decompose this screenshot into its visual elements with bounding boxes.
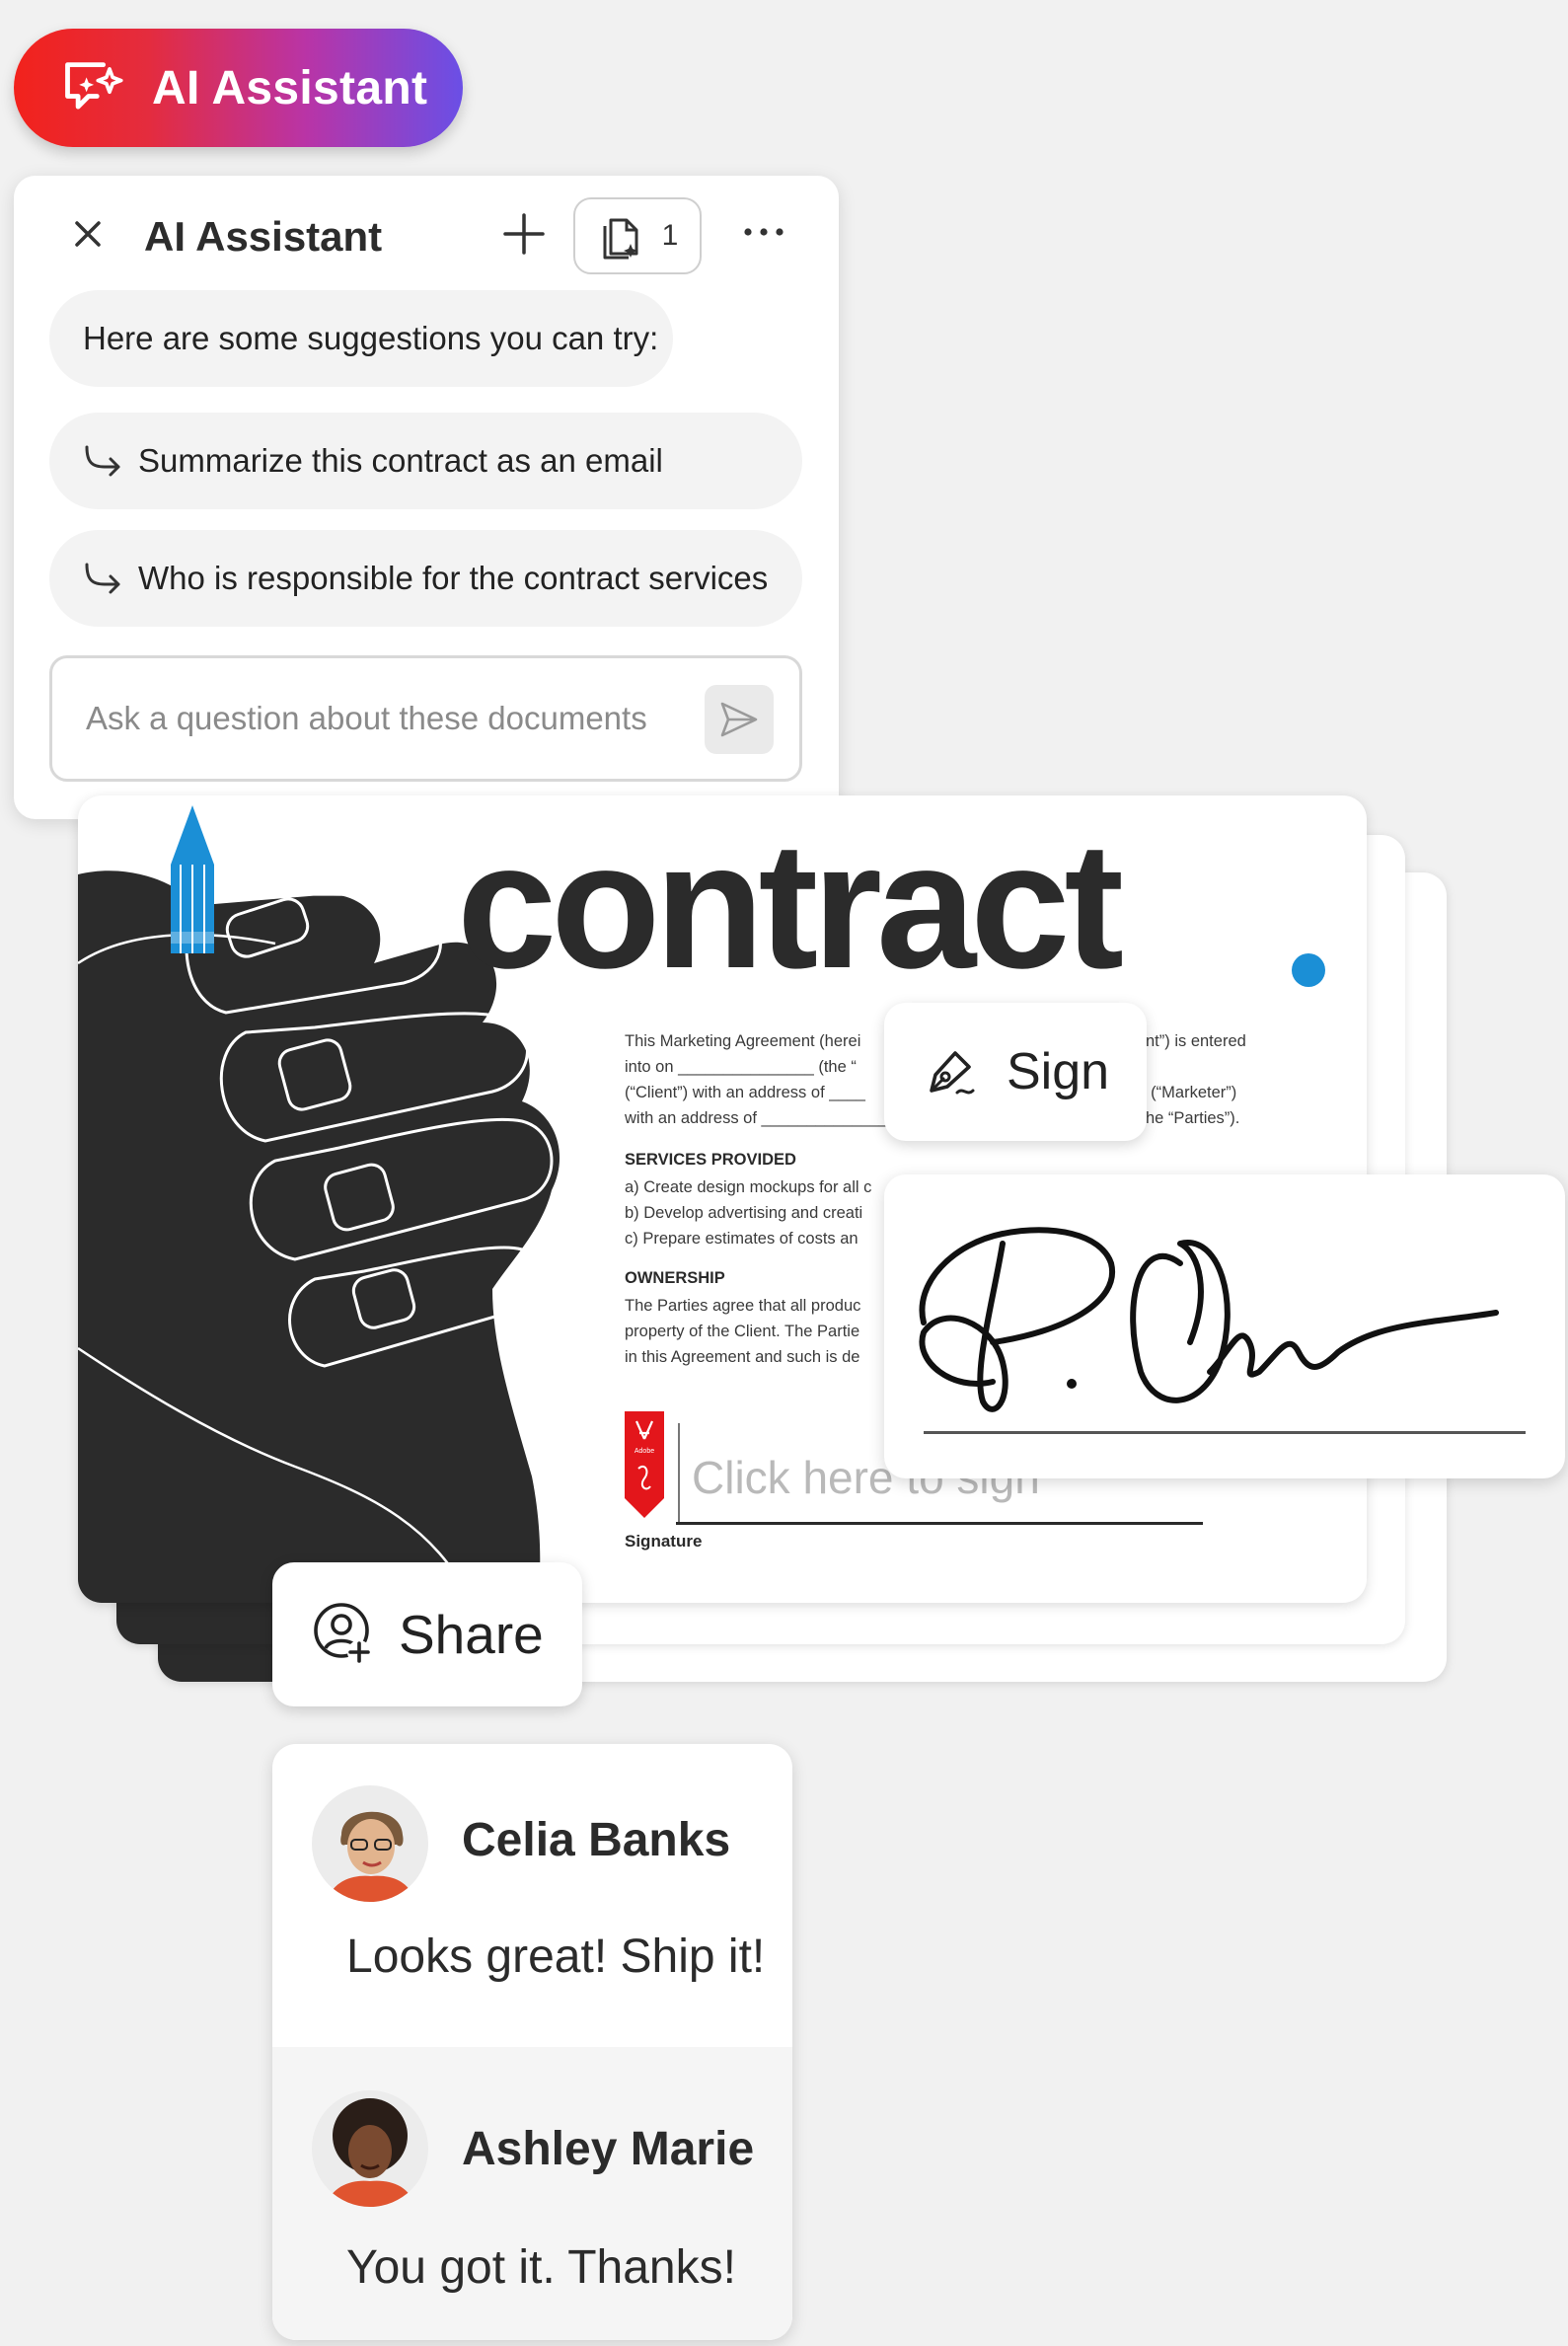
suggestion-chip-summarize[interactable]: Summarize this contract as an email (49, 413, 802, 509)
new-chat-plus-icon[interactable] (501, 211, 547, 257)
adobe-tab-text: Adobe (635, 1448, 654, 1455)
intro-line: This Marketing Agreement (herei (625, 1032, 861, 1050)
intro-line: into on _______________ (the “ (625, 1058, 857, 1076)
share-person-add-icon (314, 1603, 371, 1664)
ownership-line: property of the Client. The Partie (625, 1323, 860, 1340)
avatar (312, 1785, 428, 1902)
intro-line: with an address of ______________ (625, 1109, 888, 1127)
suggestion-label: Who is responsible for the contract serv… (138, 560, 769, 596)
intro-line: (“Client”) with an address of ____ (625, 1084, 865, 1101)
sign-label: Sign (1007, 1043, 1110, 1100)
sign-button[interactable]: Sign (884, 1003, 1147, 1141)
ai-assistant-panel: AI Assistant 1 Here are some suggestions… (14, 176, 839, 819)
question-input-box (49, 655, 802, 782)
intro-line-right: he “Parties”). (1146, 1109, 1240, 1127)
signature-cursor-line (678, 1423, 680, 1522)
comment-text: Looks great! Ship it! (346, 1930, 766, 1983)
documents-count: 1 (661, 219, 679, 252)
ai-sparkle-chat-icon (65, 62, 123, 110)
contract-heading: contract (457, 804, 1124, 1006)
services-heading: SERVICES PROVIDED (625, 1151, 796, 1169)
comment-author: Celia Banks (462, 1814, 731, 1866)
avatar (312, 2090, 428, 2207)
send-icon (720, 702, 758, 737)
comment-item: Celia Banks Looks great! Ship it! (272, 1744, 792, 2047)
intro-line-right: nt”) is entered (1146, 1032, 1246, 1050)
send-button[interactable] (705, 685, 774, 754)
suggestions-intro: Here are some suggestions you can try: (49, 290, 673, 387)
services-line: a) Create design mockups for all c (625, 1178, 872, 1196)
more-options-icon[interactable] (740, 217, 787, 247)
share-button[interactable]: Share (272, 1562, 582, 1706)
documents-count-button[interactable]: 1 (573, 197, 702, 274)
comments-panel: Celia Banks Looks great! Ship it! Ashley… (272, 1744, 792, 2340)
suggestion-chip-responsible[interactable]: Who is responsible for the contract serv… (49, 530, 802, 627)
services-line: b) Develop advertising and creati (625, 1204, 863, 1222)
signature-line (676, 1522, 1203, 1525)
suggestion-label: Summarize this contract as an email (138, 442, 663, 479)
panel-title: AI Assistant (144, 213, 383, 260)
contract-title-dot (1292, 953, 1325, 987)
ai-assistant-button[interactable]: AI Assistant (14, 29, 463, 147)
adobe-sign-tab-icon: Adobe (625, 1411, 664, 1518)
signature-card[interactable] (884, 1174, 1565, 1478)
comment-item: Ashley Marie You got it. Thanks! (272, 2047, 792, 2340)
arrow-turn-right-icon (85, 563, 120, 594)
close-icon[interactable] (71, 217, 105, 251)
question-input[interactable] (84, 699, 680, 738)
comment-text: You got it. Thanks! (346, 2241, 736, 2294)
services-line: c) Prepare estimates of costs an (625, 1230, 859, 1248)
multi-document-icon (603, 218, 638, 260)
ownership-heading: OWNERSHIP (625, 1269, 725, 1287)
ownership-line: in this Agreement and such is de (625, 1348, 860, 1366)
ownership-line: The Parties agree that all produc (625, 1297, 861, 1315)
pen-sign-icon (930, 1051, 975, 1095)
comment-author: Ashley Marie (462, 2123, 755, 2175)
signature-label: Signature (625, 1532, 703, 1551)
share-label: Share (399, 1604, 544, 1665)
ai-assistant-label: AI Assistant (152, 61, 428, 114)
arrow-turn-right-icon (85, 445, 120, 477)
handwritten-signature (919, 1227, 1526, 1434)
